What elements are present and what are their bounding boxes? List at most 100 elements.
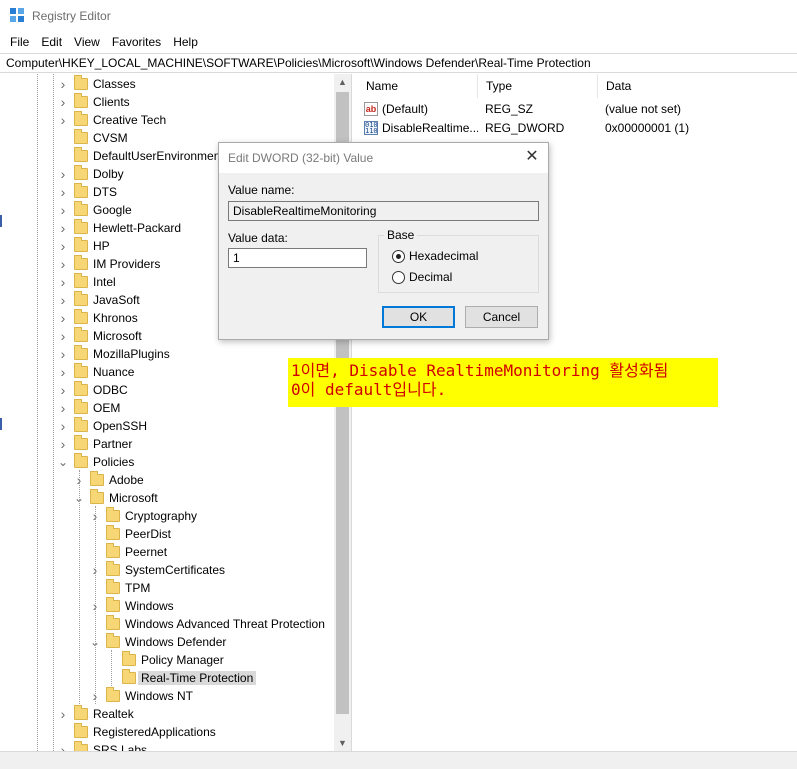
tree-item-label: Policy Manager: [141, 653, 224, 667]
tree-item[interactable]: › Nuance: [58, 363, 134, 381]
tree-item-label: RegisteredApplications: [93, 725, 216, 739]
tree-item[interactable]: ⌄ Microsoft: [74, 489, 158, 507]
close-icon[interactable]: ✕: [524, 149, 540, 165]
base-group: Base: [378, 228, 539, 293]
tree-item[interactable]: RegisteredApplications: [58, 723, 216, 741]
tree-item[interactable]: › Hewlett-Packard: [58, 219, 181, 237]
column-header-type[interactable]: Type: [478, 74, 598, 98]
chevron-right-icon[interactable]: ›: [58, 203, 68, 217]
folder-icon: [106, 525, 120, 540]
tree-item-label: Real-Time Protection: [138, 671, 257, 685]
menu-edit[interactable]: Edit: [35, 35, 68, 49]
chevron-right-icon[interactable]: ›: [58, 383, 68, 397]
value-data-field[interactable]: 1: [228, 248, 367, 268]
tree-item[interactable]: › DTS: [58, 183, 117, 201]
value-name-field[interactable]: DisableRealtimeMonitoring: [228, 201, 539, 221]
tree-item[interactable]: › Creative Tech: [58, 111, 166, 129]
tree-item[interactable]: Windows Advanced Threat Protection: [90, 615, 325, 633]
tree-item[interactable]: › Cryptography: [90, 507, 197, 525]
chevron-right-icon[interactable]: ›: [58, 365, 68, 379]
tree-item[interactable]: ⌄ Policies: [58, 453, 134, 471]
chevron-right-icon[interactable]: ›: [58, 185, 68, 199]
decimal-radio[interactable]: Decimal: [392, 270, 452, 284]
chevron-right-icon[interactable]: ›: [58, 275, 68, 289]
menu-help[interactable]: Help: [167, 35, 204, 49]
tree-item[interactable]: › Classes: [58, 75, 136, 93]
tree-item[interactable]: › Partner: [58, 435, 132, 453]
tree-item[interactable]: CVSM: [58, 129, 128, 147]
tree-item[interactable]: › OEM: [58, 399, 120, 417]
folder-icon: [74, 705, 88, 720]
tree-item-label: Creative Tech: [93, 113, 167, 127]
chevron-right-icon[interactable]: ›: [58, 329, 68, 343]
chevron-right-icon[interactable]: ›: [58, 77, 68, 91]
tree-item[interactable]: › Clients: [58, 93, 130, 111]
chevron-right-icon[interactable]: ›: [58, 167, 68, 181]
tree-item[interactable]: › Microsoft: [58, 327, 142, 345]
chevron-right-icon[interactable]: ›: [58, 293, 68, 307]
menu-favorites[interactable]: Favorites: [106, 35, 167, 49]
tree-item[interactable]: › IM Providers: [58, 255, 160, 273]
tree-item[interactable]: › Windows NT: [90, 687, 193, 705]
tree-item[interactable]: Policy Manager: [106, 651, 224, 669]
menu-view[interactable]: View: [68, 35, 106, 49]
column-header-data[interactable]: Data: [598, 74, 797, 98]
chevron-right-icon[interactable]: ›: [58, 221, 68, 235]
tree-item[interactable]: TPM: [90, 579, 150, 597]
folder-icon: [74, 129, 88, 144]
chevron-right-icon[interactable]: ›: [58, 95, 68, 109]
tree-item[interactable]: › Adobe: [74, 471, 144, 489]
chevron-right-icon[interactable]: ›: [58, 437, 68, 451]
tree-item-label: DTS: [93, 185, 117, 199]
tree-item[interactable]: › MozillaPlugins: [58, 345, 170, 363]
tree-item[interactable]: › OpenSSH: [58, 417, 147, 435]
address-path[interactable]: Computer\HKEY_LOCAL_MACHINE\SOFTWARE\Pol…: [6, 56, 591, 70]
folder-icon: [74, 291, 88, 306]
chevron-right-icon[interactable]: ›: [58, 419, 68, 433]
tree-item[interactable]: › Khronos: [58, 309, 138, 327]
tree-item[interactable]: › Google: [58, 201, 132, 219]
radio-checked-icon[interactable]: [392, 249, 405, 263]
menu-file[interactable]: File: [4, 35, 35, 49]
chevron-right-icon[interactable]: ›: [58, 347, 68, 361]
folder-icon: [122, 651, 136, 666]
folder-icon: [90, 489, 104, 504]
tree-item[interactable]: › HP: [58, 237, 110, 255]
tree-item[interactable]: Peernet: [90, 543, 167, 561]
ok-button[interactable]: OK: [382, 306, 455, 328]
hexadecimal-radio[interactable]: Hexadecimal: [392, 249, 478, 263]
folder-icon: [74, 327, 88, 342]
chevron-right-icon[interactable]: ›: [58, 311, 68, 325]
radio-unchecked-icon[interactable]: [392, 270, 405, 284]
tree-connector: [58, 133, 68, 143]
chevron-right-icon[interactable]: ›: [58, 257, 68, 271]
tree-item[interactable]: › Realtek: [58, 705, 134, 723]
chevron-right-icon[interactable]: ›: [58, 239, 68, 253]
tree-item[interactable]: › Windows: [90, 597, 174, 615]
chevron-right-icon[interactable]: ›: [58, 401, 68, 415]
tree-item-label: Microsoft: [93, 329, 142, 343]
folder-icon: [74, 147, 88, 162]
list-row[interactable]: 010 110 DisableRealtime... REG_DWORD 0x00…: [358, 118, 797, 137]
value-name: (Default): [382, 101, 429, 116]
chevron-right-icon[interactable]: ›: [58, 707, 68, 721]
chevron-right-icon[interactable]: ›: [58, 113, 68, 127]
scroll-down-icon[interactable]: ▼: [334, 735, 351, 751]
folder-icon: [106, 633, 120, 648]
list-row[interactable]: ab (Default) REG_SZ (value not set): [358, 99, 797, 118]
tree-item[interactable]: › JavaSoft: [58, 291, 140, 309]
cancel-button[interactable]: Cancel: [465, 306, 538, 328]
tree-item[interactable]: › ODBC: [58, 381, 128, 399]
tree-item[interactable]: Real-Time Protection: [106, 669, 257, 687]
tree-item[interactable]: ⌄ Windows Defender: [90, 633, 226, 651]
column-header-name[interactable]: Name: [358, 74, 478, 98]
chevron-down-icon[interactable]: ⌄: [58, 456, 68, 468]
tree-item[interactable]: › SRS Labs: [58, 741, 147, 751]
scroll-up-icon[interactable]: ▲: [334, 74, 351, 90]
address-bar[interactable]: Computer\HKEY_LOCAL_MACHINE\SOFTWARE\Pol…: [0, 53, 797, 73]
tree-item[interactable]: DefaultUserEnvironment: [58, 147, 224, 165]
tree-item[interactable]: PeerDist: [90, 525, 171, 543]
tree-item[interactable]: › Intel: [58, 273, 116, 291]
tree-item[interactable]: › SystemCertificates: [90, 561, 225, 579]
tree-item[interactable]: › Dolby: [58, 165, 124, 183]
